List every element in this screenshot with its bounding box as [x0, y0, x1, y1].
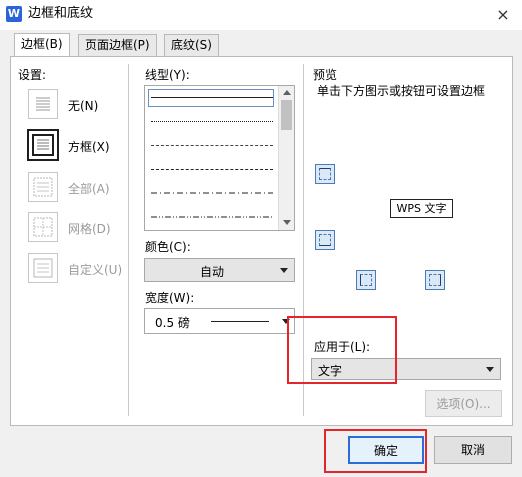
line-style-heading: 线型(Y):	[145, 68, 190, 82]
left-border-button[interactable]	[356, 270, 376, 290]
tab-shading[interactable]: 底纹(S)	[164, 34, 219, 56]
color-select[interactable]: 自动	[144, 258, 295, 282]
scroll-thumb[interactable]	[281, 100, 292, 130]
line-style-scrollbar[interactable]	[278, 86, 294, 230]
line-style-selected-frame	[148, 89, 274, 107]
width-select[interactable]: 0.5 磅	[144, 308, 295, 334]
preview-hint: 单击下方图示或按钮可设置边框	[317, 84, 486, 98]
line-style-dash-dot-dot[interactable]	[151, 216, 273, 220]
bottom-border-button[interactable]	[315, 230, 335, 250]
border-none-icon[interactable]	[28, 89, 58, 119]
line-style-solid[interactable]	[151, 97, 273, 98]
scroll-down-icon[interactable]	[283, 220, 291, 225]
cancel-button[interactable]: 取消	[434, 436, 512, 464]
options-button[interactable]: 选项(O)...	[425, 390, 502, 417]
settings-heading: 设置:	[18, 68, 47, 82]
window-title: 边框和底纹	[28, 6, 94, 21]
border-box-icon[interactable]	[27, 129, 59, 161]
line-style-dotted[interactable]	[151, 121, 273, 122]
tab-border[interactable]: 边框(B)	[14, 33, 70, 57]
setting-grid-label: 网格(D)	[68, 222, 111, 236]
line-style-fine-dashed[interactable]	[151, 145, 273, 146]
right-border-button[interactable]	[425, 270, 445, 290]
setting-box-label[interactable]: 方框(X)	[68, 140, 110, 154]
line-style-dash-dot[interactable]	[151, 192, 273, 196]
line-style-list[interactable]	[144, 85, 295, 231]
setting-custom-label: 自定义(U)	[68, 263, 123, 277]
color-value: 自动	[199, 265, 224, 279]
preview-sample-text[interactable]: WPS 文字	[390, 199, 453, 218]
width-line-sample	[211, 321, 269, 322]
highlight-box-apply	[287, 316, 397, 384]
close-icon[interactable]: ×	[492, 4, 514, 26]
line-style-dashed[interactable]	[151, 169, 273, 170]
divider	[128, 64, 129, 416]
highlight-box-ok	[324, 429, 427, 473]
setting-none-label[interactable]: 无(N)	[68, 99, 98, 113]
top-border-button[interactable]	[315, 164, 335, 184]
chevron-down-icon	[486, 367, 494, 372]
width-value: 0.5 磅	[155, 316, 190, 330]
width-heading: 宽度(W):	[145, 291, 195, 305]
border-custom-icon	[28, 253, 58, 283]
border-all-icon	[28, 172, 58, 202]
preview-heading: 预览	[313, 68, 338, 82]
wps-app-icon: W	[6, 6, 22, 22]
scroll-up-icon[interactable]	[283, 90, 291, 95]
tab-page-border[interactable]: 页面边框(P)	[78, 34, 157, 56]
border-grid-icon	[28, 212, 58, 242]
setting-all-label: 全部(A)	[68, 182, 110, 196]
color-heading: 颜色(C):	[145, 240, 191, 254]
chevron-down-icon	[280, 268, 288, 273]
